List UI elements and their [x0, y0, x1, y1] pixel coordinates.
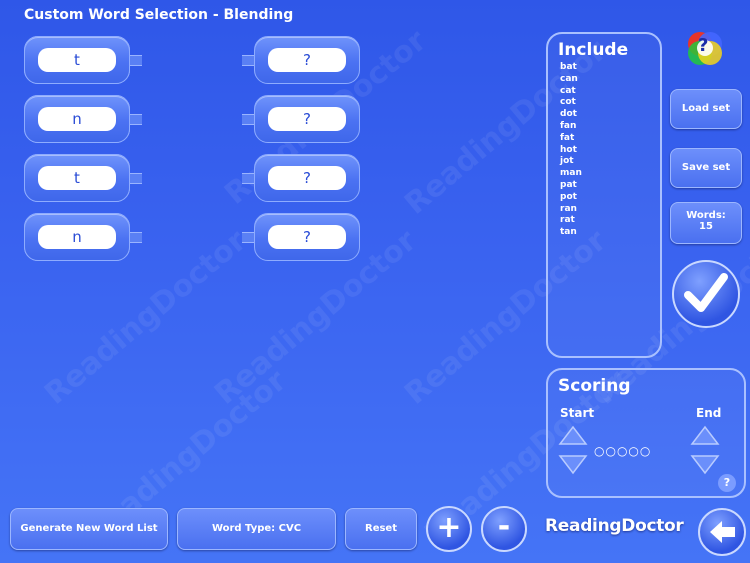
onset-slot[interactable]: ?: [268, 166, 346, 190]
word-row: ? o t: [24, 154, 360, 202]
reset-button[interactable]: Reset: [345, 508, 417, 550]
save-set-button[interactable]: Save set: [670, 148, 742, 188]
onset-slot[interactable]: ?: [268, 107, 346, 131]
start-down-arrow-icon[interactable]: [558, 454, 588, 476]
word-row: ? o n: [24, 213, 360, 261]
include-word[interactable]: bat: [560, 62, 582, 74]
include-word[interactable]: man: [560, 168, 582, 180]
include-word[interactable]: dot: [560, 109, 582, 121]
help-question: ?: [698, 35, 709, 56]
word-row: ? a n: [24, 95, 360, 143]
reading-doctor-logo: ReadingDoctor: [545, 516, 684, 536]
end-label: End: [696, 406, 722, 420]
include-word[interactable]: cot: [560, 97, 582, 109]
words-count: 15: [699, 221, 713, 232]
page-title: Custom Word Selection - Blending: [24, 7, 294, 23]
start-up-arrow-icon[interactable]: [558, 424, 588, 446]
include-word[interactable]: ran: [560, 204, 582, 216]
load-set-button[interactable]: Load set: [670, 89, 742, 129]
coda-slot[interactable]: n: [38, 107, 116, 131]
include-word[interactable]: cat: [560, 86, 582, 98]
score-dots: ○○○○○: [594, 444, 652, 458]
include-word[interactable]: pat: [560, 180, 582, 192]
coda-slot[interactable]: t: [38, 166, 116, 190]
onset-slot[interactable]: ?: [268, 48, 346, 72]
minus-button[interactable]: -: [481, 506, 527, 552]
coda-slot[interactable]: n: [38, 225, 116, 249]
start-label: Start: [560, 406, 595, 420]
include-word[interactable]: hot: [560, 145, 582, 157]
scoring-help-icon[interactable]: ?: [718, 474, 736, 492]
word-type-button[interactable]: Word Type: CVC: [177, 508, 336, 550]
generate-word-list-button[interactable]: Generate New Word List: [10, 508, 168, 550]
include-word[interactable]: jot: [560, 156, 582, 168]
plus-button[interactable]: +: [426, 506, 472, 552]
include-word[interactable]: tan: [560, 227, 582, 239]
include-word-list: bat can cat cot dot fan fat hot jot man pat pot ran r…: [560, 62, 582, 239]
word-row: ? a t: [24, 36, 360, 84]
include-word[interactable]: rat: [560, 215, 582, 227]
scoring-title: Scoring: [558, 376, 631, 396]
scoring-panel: Scoring Start End ○○○○○ ?: [546, 368, 746, 498]
include-word[interactable]: pot: [560, 192, 582, 204]
include-word[interactable]: can: [560, 74, 582, 86]
coda-slot[interactable]: t: [38, 48, 116, 72]
onset-slot[interactable]: ?: [268, 225, 346, 249]
back-arrow-icon[interactable]: [698, 508, 746, 556]
include-word[interactable]: fan: [560, 121, 582, 133]
end-up-arrow-icon[interactable]: [690, 424, 720, 446]
words-count-button[interactable]: Words: 15: [670, 202, 742, 244]
include-title: Include: [558, 40, 629, 60]
confirm-check-icon[interactable]: [672, 260, 740, 328]
words-label: Words:: [686, 210, 726, 221]
include-panel: Include bat can cat cot dot fan fat hot jot man pa…: [546, 32, 662, 358]
include-word[interactable]: fat: [560, 133, 582, 145]
end-down-arrow-icon[interactable]: [690, 454, 720, 476]
help-icon[interactable]: ?: [684, 27, 726, 69]
